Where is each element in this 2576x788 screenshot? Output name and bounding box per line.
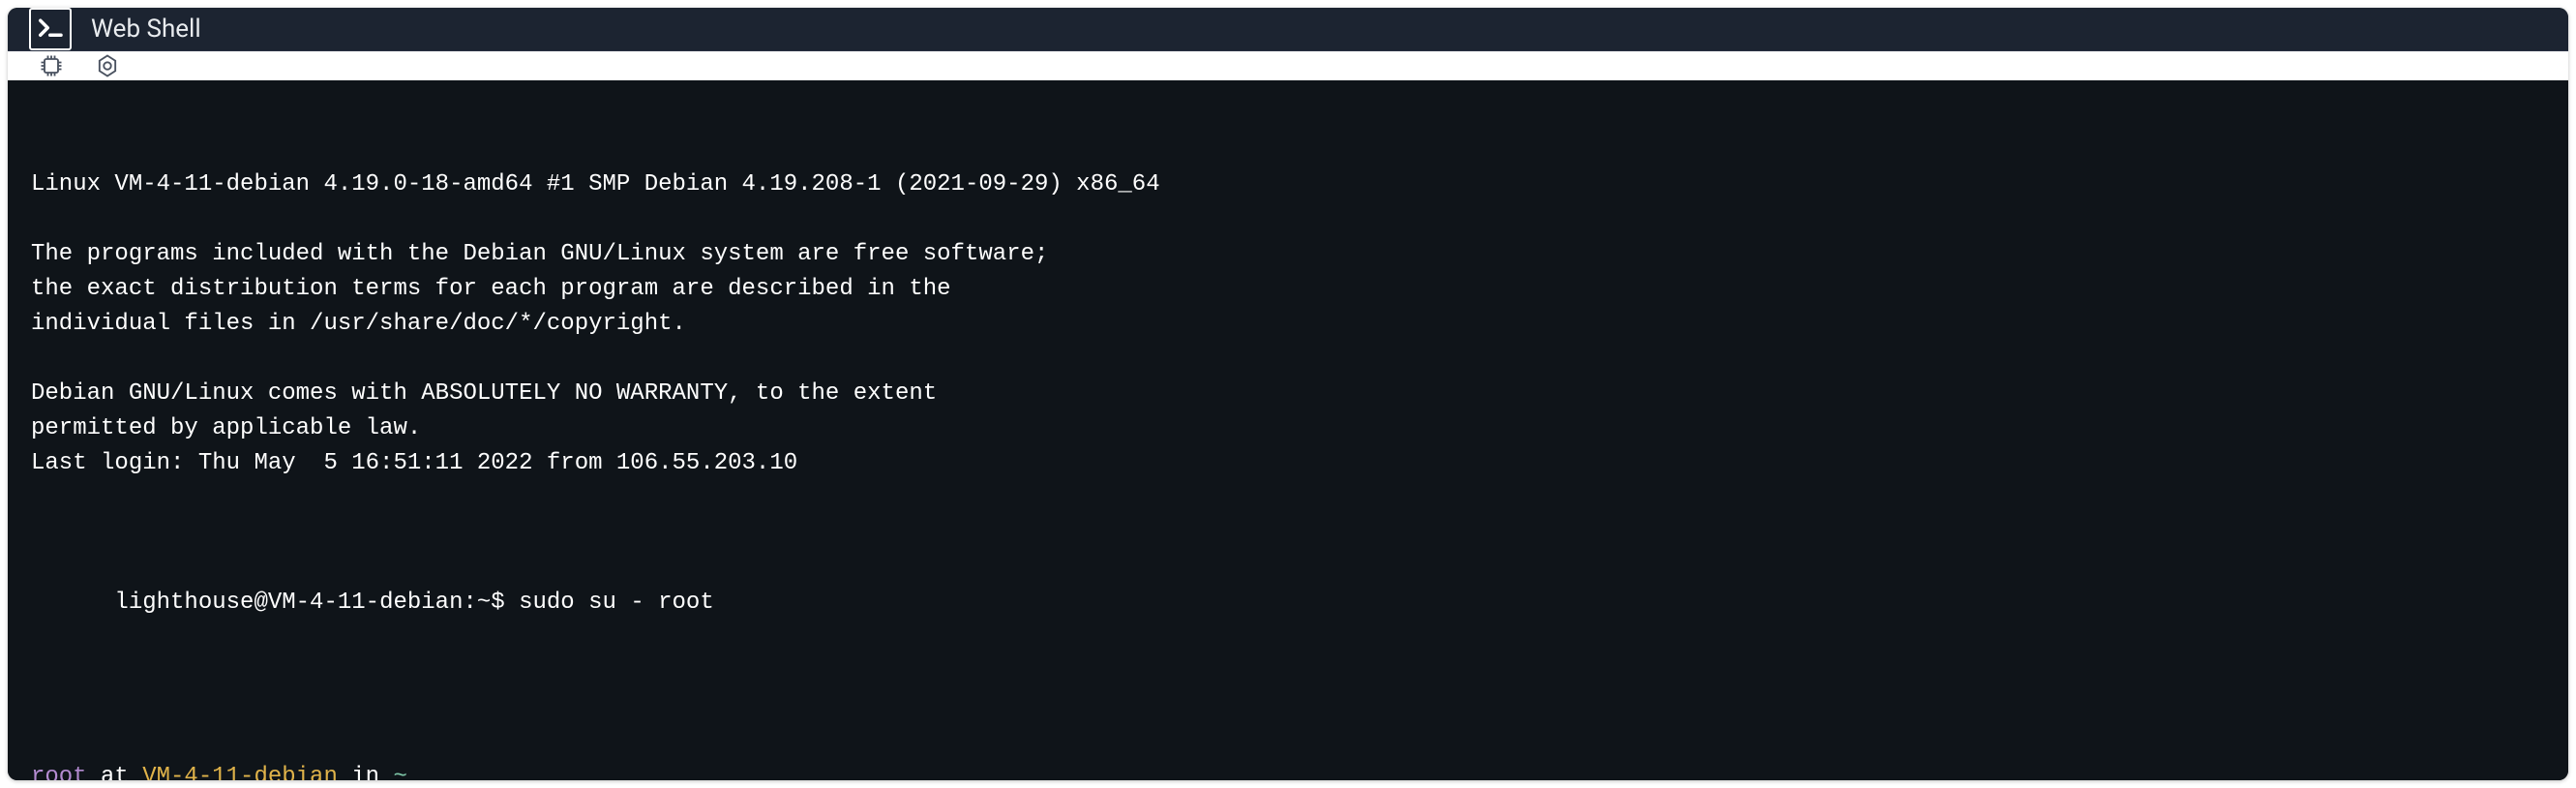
- motd-line: The programs included with the Debian GN…: [31, 237, 2545, 272]
- initial-prompt: lighthouse@VM-4-11-debian:~$: [114, 590, 519, 616]
- motd-line: Last login: Thu May 5 16:51:11 2022 from…: [31, 446, 2545, 481]
- settings-icon[interactable]: [93, 51, 122, 80]
- motd-line: [31, 342, 2545, 377]
- window-title: Web Shell: [91, 15, 201, 44]
- initial-command: sudo su - root: [519, 590, 714, 616]
- prompt-header: root at VM-4-11-debian in ~: [31, 760, 2545, 780]
- motd-line: [31, 202, 2545, 237]
- motd-line: individual files in /usr/share/doc/*/cop…: [31, 307, 2545, 342]
- prompt-host: VM-4-11-debian: [142, 764, 338, 780]
- prompt-user: root: [31, 764, 87, 780]
- web-shell-window: Web Shell Linux VM-4-11-debian 4.19.0-18…: [8, 8, 2568, 780]
- chip-icon[interactable]: [37, 51, 66, 80]
- motd-line: Linux VM-4-11-debian 4.19.0-18-amd64 #1 …: [31, 167, 2545, 202]
- blank-line: [31, 725, 2545, 760]
- motd-line: Debian GNU/Linux comes with ABSOLUTELY N…: [31, 377, 2545, 411]
- toolbar: [8, 51, 2568, 80]
- prompt-path: ~: [393, 764, 406, 780]
- titlebar: Web Shell: [8, 8, 2568, 51]
- terminal-output[interactable]: Linux VM-4-11-debian 4.19.0-18-amd64 #1 …: [8, 80, 2568, 780]
- motd-line: the exact distribution terms for each pr…: [31, 272, 2545, 307]
- motd-line: permitted by applicable law.: [31, 411, 2545, 446]
- terminal-icon: [29, 8, 72, 50]
